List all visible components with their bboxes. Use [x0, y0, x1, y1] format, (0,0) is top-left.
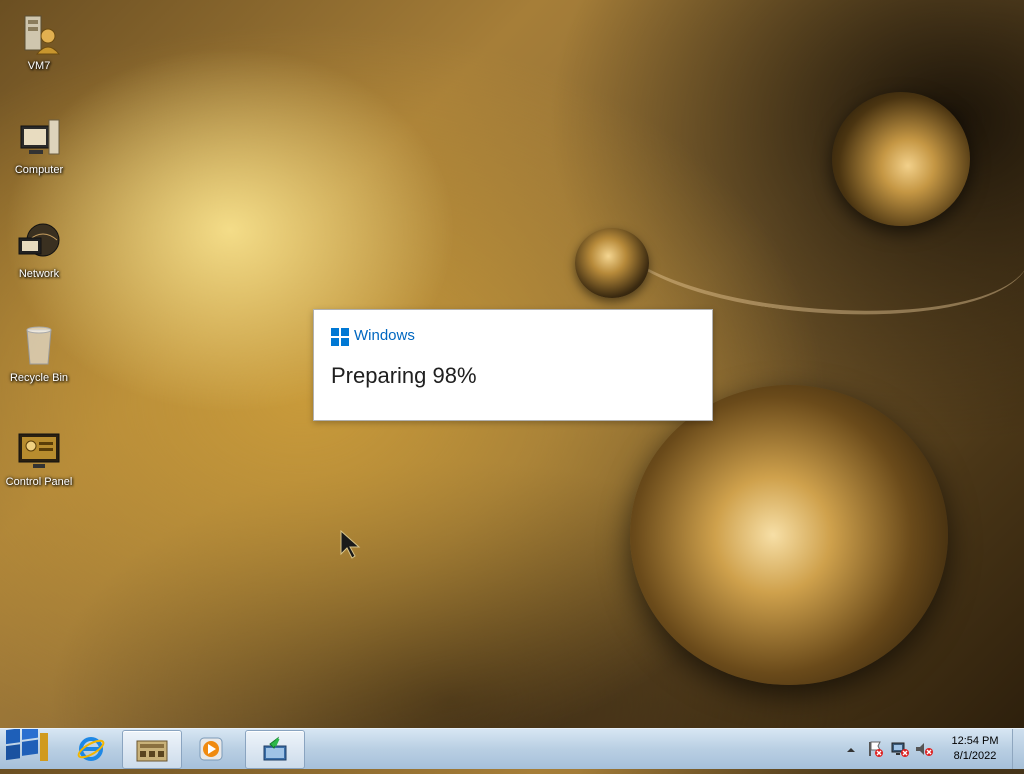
windows-logo-icon	[331, 328, 349, 346]
user-folder-icon	[15, 10, 63, 58]
windows-preparing-dialog: Windows Preparing 98%	[313, 309, 713, 421]
mouse-pointer-icon	[340, 529, 362, 565]
clock-date: 8/1/2022	[953, 750, 997, 762]
recycle-bin-icon	[15, 322, 63, 370]
network-error-icon[interactable]	[890, 740, 910, 758]
wallpaper-sphere-small	[575, 228, 649, 298]
desktop-icon-network[interactable]: Network	[0, 218, 78, 280]
control-panel-icon	[15, 426, 63, 474]
desktop-icon-label: Computer	[14, 164, 64, 176]
desktop-icon-computer[interactable]: Computer	[0, 114, 78, 176]
installer-icon	[263, 736, 287, 760]
dialog-status-text: Preparing 98%	[331, 363, 477, 388]
desktop-icon-vm7[interactable]: VM7	[0, 10, 78, 72]
taskbar-clock[interactable]: 12:54 PM 8/1/2022	[935, 734, 1015, 764]
desktop-icon-label: Recycle Bin	[9, 372, 69, 384]
start-button[interactable]	[0, 723, 56, 769]
network-icon	[15, 218, 63, 266]
windows-start-orb-icon	[6, 723, 48, 761]
file-explorer-icon	[136, 740, 168, 761]
internet-explorer-icon	[77, 736, 105, 761]
wallpaper-sphere-large	[630, 385, 948, 685]
action-center-flag-icon[interactable]	[866, 740, 884, 758]
wallpaper-sphere-medium	[832, 92, 970, 226]
taskbar-media-player-button[interactable]	[182, 730, 240, 767]
desktop-icon-control-panel[interactable]: Control Panel	[0, 426, 78, 488]
show-desktop-button[interactable]	[1012, 729, 1024, 769]
volume-muted-icon[interactable]	[914, 740, 934, 758]
desktop-icon-label: Control Panel	[5, 476, 73, 488]
desktop-icon-label: VM7	[27, 60, 51, 72]
dialog-brand: Windows	[354, 327, 415, 344]
computer-icon	[15, 114, 63, 162]
show-hidden-icons-chevron[interactable]	[845, 743, 857, 755]
desktop-icon-recycle-bin[interactable]: Recycle Bin	[0, 322, 78, 384]
taskbar-internet-explorer-button[interactable]	[62, 730, 120, 767]
clock-time: 12:54 PM	[951, 735, 999, 747]
taskbar: 12:54 PM 8/1/2022	[0, 723, 1024, 769]
taskbar-installer-button[interactable]	[245, 730, 305, 769]
taskbar-file-explorer-button[interactable]	[122, 730, 182, 769]
media-player-icon	[199, 737, 223, 760]
desktop-icon-label: Network	[18, 268, 60, 280]
